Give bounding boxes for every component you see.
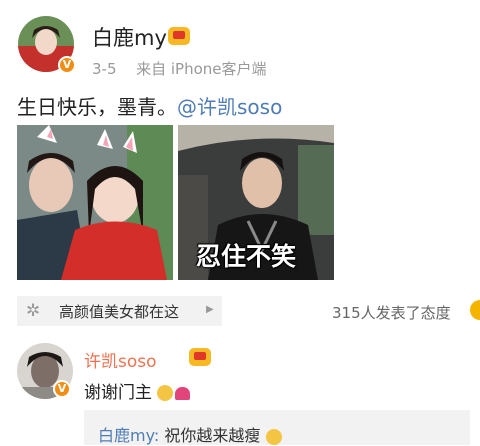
post-body: 生日快乐，墨青。@许凯soso	[17, 91, 282, 120]
topic-tag-bar[interactable]: ✲ 高颜值美女都在这 ▶	[17, 296, 222, 326]
post-image-1[interactable]	[17, 125, 173, 280]
sparkle-icon: ✲	[26, 301, 41, 321]
heart-emoji-icon	[175, 386, 191, 400]
topic-tag-text: 高颜值美女都在这	[59, 303, 180, 321]
post-mention-link[interactable]: @许凯soso	[177, 95, 282, 119]
chevron-right-icon: ▶	[206, 304, 214, 315]
image-caption: 忍住不笑	[196, 242, 297, 271]
post-image-2[interactable]: 忍住不笑	[178, 125, 334, 280]
emoji-icon[interactable]	[470, 300, 480, 320]
verified-badge-icon: V	[58, 56, 76, 74]
reply-body: 谢谢门主	[84, 378, 191, 403]
post-meta: 3-5 来自 iPhone客户端	[92, 58, 267, 79]
quoted-content: 祝你越来越瘦	[164, 426, 261, 445]
reply-text: 谢谢门主	[84, 383, 152, 403]
reply-vip-crown-icon	[189, 348, 212, 366]
post-timestamp: 3-5	[92, 60, 117, 78]
reaction-count[interactable]: 315人发表了态度	[332, 302, 451, 323]
post-text: 生日快乐，墨青。	[17, 95, 177, 119]
cool-emoji-icon	[265, 428, 282, 445]
party-emoji-icon	[157, 385, 174, 401]
reply-verified-badge-icon: V	[53, 380, 71, 398]
vip-crown-icon	[168, 27, 190, 45]
quoted-text: 白鹿my: 祝你越来越瘦	[98, 422, 282, 446]
post-source-prefix: 来自	[136, 60, 167, 78]
quoted-user-link[interactable]: 白鹿my:	[98, 426, 159, 445]
post-source-device[interactable]: iPhone客户端	[171, 60, 267, 78]
quoted-comment[interactable]: 白鹿my: 祝你越来越瘦	[84, 410, 470, 445]
post-username[interactable]: 白鹿my	[92, 22, 167, 52]
reply-username[interactable]: 许凯soso	[84, 347, 157, 372]
